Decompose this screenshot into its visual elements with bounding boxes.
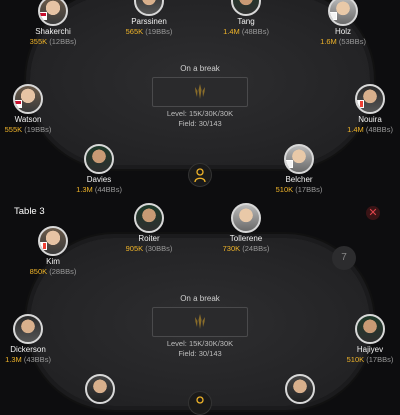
- seat-nouira[interactable]: Nouira 1.4M (48BBs): [330, 84, 400, 134]
- table-logo-icon: [153, 308, 247, 336]
- flag-icon: [15, 100, 22, 108]
- player-stack: 1.3M (43BBs): [5, 355, 51, 364]
- player-stack: 1.4M (48BBs): [223, 27, 269, 36]
- player-name: Watson: [14, 115, 42, 124]
- seat-shakerchi[interactable]: Shakerchi 355K (12BBs): [13, 0, 93, 46]
- flag-icon: [330, 12, 337, 20]
- seat-holz[interactable]: Holz 1.6M (53BBs): [303, 0, 383, 46]
- flag-icon: [286, 160, 293, 168]
- player-name: Davies: [86, 175, 112, 184]
- avatar: [284, 144, 314, 174]
- avatar: [13, 84, 43, 114]
- avatar: [355, 314, 385, 344]
- seat-dickerson[interactable]: Dickerson 1.3M (43BBs): [0, 314, 68, 364]
- player-stack: 1.3M (44BBs): [76, 185, 122, 194]
- player-name: Shakerchi: [35, 27, 71, 36]
- player-stack: 355K (12BBs): [29, 37, 77, 46]
- table-logo-box: [152, 77, 248, 107]
- player-name: Tollerene: [229, 234, 263, 243]
- avatar: [38, 226, 68, 256]
- break-label-table1: On a break: [180, 64, 220, 73]
- seat-hajiyev[interactable]: Hajiyev 510K (17BBs): [330, 314, 400, 364]
- player-name: Holz: [334, 27, 351, 36]
- seat-parssinen[interactable]: Parssinen 565K (19BBs): [109, 0, 189, 36]
- player-stack: 510K (17BBs): [346, 355, 394, 364]
- seat-kim[interactable]: Kim 850K (28BBs): [13, 226, 93, 276]
- flag-icon: [40, 12, 47, 20]
- break-label-table3: On a break: [180, 294, 220, 303]
- avatar: [84, 144, 114, 174]
- avatar: [13, 314, 43, 344]
- table-3-title: Table 3: [14, 206, 45, 217]
- player-name: Belcher: [285, 175, 313, 184]
- player-name: Roiter: [138, 234, 160, 243]
- empty-seat-7[interactable]: 7: [332, 246, 356, 270]
- dealer-icon: [188, 163, 212, 187]
- seat-belcher[interactable]: Belcher 510K (17BBs): [259, 144, 339, 194]
- table-logo-icon: [153, 78, 247, 106]
- seat-tang[interactable]: Tang 1.4M (48BBs): [206, 0, 286, 36]
- player-stack: 1.6M (53BBs): [320, 37, 366, 46]
- avatar: [231, 203, 261, 233]
- player-name: Kim: [46, 257, 60, 266]
- table-logo-box: [152, 307, 248, 337]
- avatar: [355, 84, 385, 114]
- player-name: Hajiyev: [356, 345, 384, 354]
- close-icon[interactable]: ✕: [366, 206, 380, 220]
- seat-davies[interactable]: Davies 1.3M (44BBs): [59, 144, 139, 194]
- player-stack: 555K (19BBs): [4, 125, 52, 134]
- player-stack: 1.4M (48BBs): [347, 125, 393, 134]
- player-stack: 510K (17BBs): [275, 185, 323, 194]
- avatar: [134, 203, 164, 233]
- seat-roiter[interactable]: Roiter 905K (30BBs): [109, 203, 189, 253]
- player-name: Dickerson: [10, 345, 46, 354]
- avatar: [134, 0, 164, 16]
- flag-icon: [357, 100, 364, 108]
- player-name: Tang: [237, 17, 255, 26]
- avatar: [38, 0, 68, 26]
- player-stack: 850K (28BBs): [29, 267, 77, 276]
- player-name: Nouira: [358, 115, 382, 124]
- seat-tollerene[interactable]: Tollerene 730K (24BBs): [206, 203, 286, 253]
- player-stack: 730K (24BBs): [222, 244, 270, 253]
- player-stack: 905K (30BBs): [125, 244, 173, 253]
- player-stack: 565K (19BBs): [125, 27, 173, 36]
- player-name: Parssinen: [131, 17, 167, 26]
- seat-watson[interactable]: Watson 555K (19BBs): [0, 84, 68, 134]
- dealer-icon: [188, 391, 212, 415]
- avatar: [231, 0, 261, 16]
- flag-icon: [40, 242, 47, 250]
- avatar: [328, 0, 358, 26]
